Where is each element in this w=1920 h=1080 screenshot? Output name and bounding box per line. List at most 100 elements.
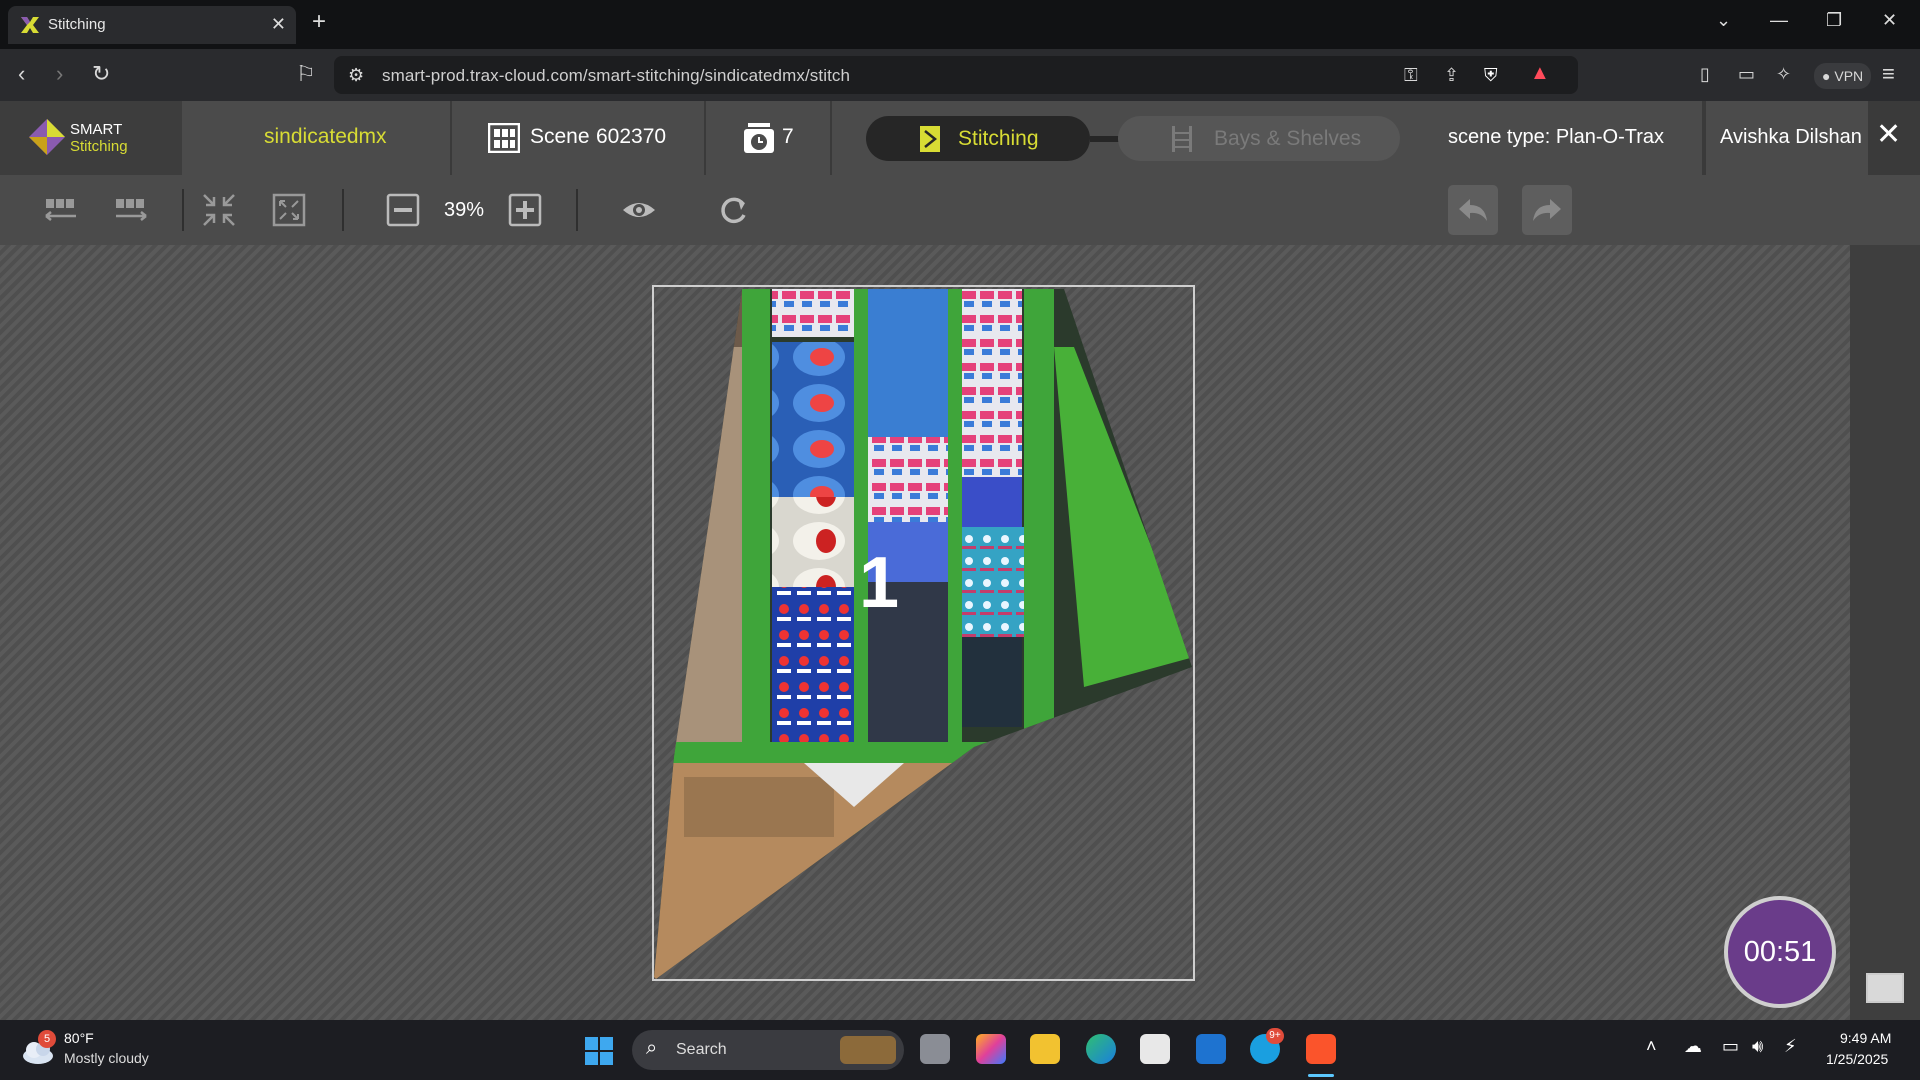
step-bays-shelves[interactable]: Bays & Shelves — [1118, 116, 1400, 161]
step-stitching-label: Stitching — [958, 127, 1039, 150]
image-number: 1 — [859, 543, 899, 623]
minimap-toggle[interactable] — [1866, 973, 1904, 1003]
weather-badge: 5 — [38, 1030, 56, 1048]
close-app-button[interactable]: ✕ — [1876, 117, 1901, 152]
session-timer: 00:51 — [1724, 896, 1836, 1008]
brave-taskbar-icon[interactable] — [1306, 1034, 1336, 1064]
battery-icon[interactable]: ⚡︎ — [1784, 1036, 1797, 1057]
reload-icon[interactable]: ↻ — [92, 61, 110, 87]
network-icon[interactable]: ▭ — [1722, 1036, 1739, 1057]
app-logo: SMART Stitching — [0, 101, 182, 175]
captures-cell: 7 — [706, 101, 832, 175]
windows-taskbar: 5 80°F Mostly cloudy ⌕ Search 9+ ˄ ☁ ▭ 🔊… — [0, 1020, 1920, 1080]
address-bar[interactable]: ⚙ smart-prod.trax-cloud.com/smart-stitch… — [334, 56, 1578, 94]
clock-time[interactable]: 9:49 AM — [1840, 1030, 1891, 1046]
temperature: 80°F — [64, 1030, 94, 1046]
trax-favicon-icon — [21, 17, 39, 33]
brave-shield-icon[interactable]: ⛨ — [1484, 62, 1498, 88]
toolbar-separator — [182, 189, 184, 231]
bays-shelves-icon — [1172, 126, 1192, 152]
skype-badge: 9+ — [1266, 1028, 1284, 1044]
edge-icon[interactable] — [1086, 1034, 1116, 1064]
project-cell: sindicatedmx — [182, 101, 452, 175]
key-icon[interactable]: ⚿ — [1404, 62, 1418, 88]
fit-screen-icon[interactable] — [270, 191, 308, 229]
step-bays-label: Bays & Shelves — [1214, 127, 1362, 150]
scene-type: scene type: Plan-O-Trax — [1448, 126, 1665, 148]
project-name: sindicatedmx — [264, 125, 387, 148]
show-hidden-icons[interactable]: ˄ — [1646, 1036, 1657, 1057]
skype-icon[interactable]: 9+ — [1250, 1028, 1284, 1064]
undo-button[interactable] — [1448, 185, 1498, 235]
search-highlight-image — [840, 1036, 896, 1064]
tab-close-button[interactable]: ✕ — [271, 14, 286, 35]
file-explorer-icon[interactable] — [1030, 1034, 1060, 1064]
taskbar-search[interactable]: ⌕ Search — [632, 1030, 904, 1070]
step-connector — [1090, 136, 1120, 142]
scene-grid-icon — [488, 123, 520, 153]
site-settings-icon[interactable]: ⚙ — [348, 62, 364, 88]
wallet-icon[interactable]: ▭ — [1738, 61, 1755, 87]
capture-count: 7 — [782, 125, 794, 148]
redo-arrow-icon — [1533, 199, 1561, 221]
shelf-photo[interactable]: 1 — [654, 287, 1193, 979]
browser-toolbar: ‹ › ↻ ⚐ ⚙ smart-prod.trax-cloud.com/smar… — [0, 49, 1920, 101]
capture-timer-icon — [744, 123, 774, 153]
step-stitching[interactable]: Stitching — [866, 116, 1090, 161]
undo-arrow-icon — [1459, 199, 1487, 221]
minimize-button[interactable]: — — [1770, 10, 1788, 31]
stitch-toolbar: 39% — [0, 175, 1920, 245]
menu-icon[interactable]: ≡ — [1882, 61, 1895, 87]
browser-tab-strip: Stitching ✕ + ⌄ — ❐ ✕ — [0, 0, 1920, 49]
forward-arrow-icon[interactable]: › — [56, 61, 63, 87]
collapse-icon[interactable] — [200, 191, 238, 229]
weather-widget[interactable]: 5 — [20, 1030, 56, 1068]
browser-tab[interactable]: Stitching ✕ — [8, 6, 296, 44]
scene-id: 602370 — [596, 125, 667, 148]
leo-ai-icon[interactable]: ✧ — [1776, 61, 1791, 87]
clock-date[interactable]: 1/25/2025 — [1826, 1051, 1888, 1067]
app-header: SMART Stitching sindicatedmx Scene 60237… — [0, 101, 1920, 175]
eye-icon[interactable] — [620, 191, 658, 229]
sidebar-toggle-icon[interactable]: ▯ — [1700, 61, 1710, 87]
tab-title: Stitching — [48, 16, 106, 33]
volume-icon[interactable]: 🔊︎ — [1752, 1036, 1763, 1057]
onedrive-icon[interactable]: ☁ — [1684, 1036, 1702, 1057]
vpn-button[interactable]: ● VPN — [1814, 63, 1872, 89]
back-arrow-icon[interactable]: ‹ — [18, 61, 25, 87]
zoom-level: 39% — [444, 199, 485, 221]
copilot-icon[interactable] — [976, 1034, 1006, 1064]
outlook-icon[interactable] — [1196, 1034, 1226, 1064]
shift-left-icon[interactable] — [42, 191, 80, 229]
zoom-out-icon[interactable] — [384, 191, 422, 229]
vpn-label: VPN — [1834, 68, 1864, 84]
toolbar-separator — [342, 189, 344, 231]
weather-condition: Mostly cloudy — [64, 1050, 149, 1066]
toolbar-separator — [576, 189, 578, 231]
logo-line-1: SMART — [70, 121, 123, 138]
stitching-icon — [920, 126, 940, 152]
restore-button[interactable]: ❐ — [1826, 10, 1842, 31]
url-text[interactable]: smart-prod.trax-cloud.com/smart-stitchin… — [382, 66, 850, 86]
stitch-image-frame[interactable]: 1 — [652, 285, 1195, 981]
close-window-button[interactable]: ✕ — [1882, 10, 1897, 31]
share-icon[interactable]: ⇪ — [1444, 62, 1459, 88]
microsoft-store-icon[interactable] — [1140, 1034, 1170, 1064]
brave-rewards-icon[interactable]: ▲ — [1530, 60, 1550, 86]
scene-label: Scene — [530, 125, 590, 148]
scene-cell: Scene 602370 — [452, 101, 706, 175]
redo-button[interactable] — [1522, 185, 1572, 235]
shift-right-icon[interactable] — [112, 191, 150, 229]
tab-search-chevron-icon[interactable]: ⌄ — [1716, 10, 1731, 31]
user-name: Avishka Dilshan — [1720, 126, 1862, 148]
windows-start-icon[interactable] — [584, 1036, 614, 1066]
new-tab-button[interactable]: + — [312, 10, 326, 34]
user-cell: Avishka Dilshan — [1704, 101, 1870, 175]
bookmark-icon[interactable]: ⚐ — [296, 61, 316, 87]
zoom-in-icon[interactable] — [506, 191, 544, 229]
search-icon: ⌕ — [646, 1037, 658, 1059]
logo-line-2: Stitching — [70, 138, 128, 155]
task-view-icon[interactable] — [920, 1034, 950, 1064]
refresh-icon[interactable] — [714, 191, 752, 229]
canvas-side-strip — [1850, 245, 1920, 1020]
